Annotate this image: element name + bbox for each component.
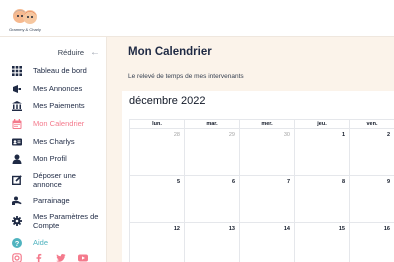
- logo[interactable]: Grammy & Charly: [8, 6, 42, 34]
- weekday-header: ven.: [350, 120, 394, 129]
- sidebar-item-label: Mon Profil: [33, 154, 67, 163]
- calendar-day-cell[interactable]: 5: [130, 176, 185, 223]
- day-number: 30: [283, 132, 290, 138]
- facebook-icon[interactable]: [34, 253, 44, 262]
- top-bar: Grammy & Charly: [0, 0, 394, 37]
- id-card-icon: [12, 137, 22, 147]
- day-number: 2: [386, 132, 390, 138]
- calendar-week-row: 5 6 7 8 9: [130, 176, 394, 223]
- edit-icon: [12, 175, 22, 185]
- calendar-day-cell[interactable]: 8: [295, 176, 350, 223]
- calendar-day-cell[interactable]: 13: [185, 223, 240, 262]
- calendar-day-cell[interactable]: 2: [350, 129, 394, 176]
- weekday-header: lun.: [130, 120, 185, 129]
- calendar-icon: [12, 119, 22, 129]
- collapse-sidebar-button[interactable]: Réduire ←: [58, 47, 100, 58]
- day-number: 16: [383, 226, 390, 232]
- calendar-day-cell[interactable]: 1: [295, 129, 350, 176]
- sidebar-item-label: Aide: [33, 238, 49, 247]
- weekday-header: mer.: [240, 120, 295, 129]
- day-number: 9: [386, 179, 390, 185]
- day-number: 7: [286, 179, 290, 185]
- calendar-month-label: décembre 2022: [129, 95, 206, 107]
- day-number: 6: [231, 179, 235, 185]
- sidebar-item-label: Mes Paiements: [33, 101, 85, 110]
- dashboard-grid-icon: [12, 66, 22, 76]
- calendar-week-row: 28 29 30 1 2: [130, 129, 394, 176]
- weekday-header: jeu.: [295, 120, 350, 129]
- svg-text:?: ?: [15, 239, 20, 248]
- calendar-card: décembre 2022 lun. mar. mer. jeu. ven. 2…: [122, 91, 394, 262]
- weekday-header-row: lun. mar. mer. jeu. ven.: [130, 120, 394, 129]
- sidebar-item-label: Parrainage: [33, 196, 70, 205]
- calendar-grid: lun. mar. mer. jeu. ven. 28 29 30 1 2 5 …: [129, 119, 394, 262]
- day-number: 1: [341, 132, 345, 138]
- main-content: Mon Calendrier Le relevé de temps de mes…: [107, 37, 394, 262]
- day-number: 12: [173, 226, 180, 232]
- twitter-icon[interactable]: [56, 253, 66, 262]
- bank-icon: [12, 101, 22, 111]
- day-number: 13: [228, 226, 235, 232]
- logo-text: Grammy & Charly: [9, 27, 41, 32]
- day-number: 14: [283, 226, 290, 232]
- youtube-icon[interactable]: [78, 253, 88, 262]
- weekday-header: mar.: [185, 120, 240, 129]
- calendar-day-cell[interactable]: 14: [240, 223, 295, 262]
- day-number: 8: [341, 179, 345, 185]
- gear-icon: [12, 216, 22, 226]
- sidebar: Réduire ← Tableau de bord Mes Annonces M…: [0, 37, 107, 262]
- page-title: Mon Calendrier: [128, 46, 212, 58]
- calendar-day-cell[interactable]: 6: [185, 176, 240, 223]
- megaphone-icon: [12, 84, 22, 94]
- calendar-day-cell[interactable]: 15: [295, 223, 350, 262]
- social-links: [12, 253, 88, 262]
- day-number: 28: [173, 132, 180, 138]
- collapse-label: Réduire: [57, 48, 84, 57]
- sidebar-item-label: Mes Charlys: [33, 137, 75, 146]
- sidebar-item-label: Mes Paramètres de Compte: [33, 212, 99, 230]
- user-icon: [12, 154, 22, 164]
- calendar-week-row: 12 13 14 15 16: [130, 223, 394, 262]
- sidebar-item-label: Mes Annonces: [33, 84, 83, 93]
- calendar-day-cell[interactable]: 7: [240, 176, 295, 223]
- arrow-left-icon: ←: [90, 47, 100, 58]
- sidebar-item-label: Déposer une annonce: [33, 171, 76, 189]
- calendar-day-cell[interactable]: 9: [350, 176, 394, 223]
- sidebar-item-label: Tableau de bord: [33, 66, 87, 75]
- handshake-icon: [12, 196, 22, 206]
- day-number: 15: [338, 226, 345, 232]
- calendar-day-cell[interactable]: 30: [240, 129, 295, 176]
- help-icon: ?: [12, 238, 22, 248]
- logo-faces-icon: [13, 9, 37, 24]
- calendar-day-cell[interactable]: 29: [185, 129, 240, 176]
- calendar-day-cell[interactable]: 16: [350, 223, 394, 262]
- calendar-day-cell[interactable]: 12: [130, 223, 185, 262]
- instagram-icon[interactable]: [12, 253, 22, 262]
- day-number: 29: [228, 132, 235, 138]
- page-subtitle: Le relevé de temps de mes intervenants: [128, 73, 244, 80]
- sidebar-item-label: Mon Calendrier: [33, 119, 85, 128]
- day-number: 5: [176, 179, 180, 185]
- calendar-day-cell[interactable]: 28: [130, 129, 185, 176]
